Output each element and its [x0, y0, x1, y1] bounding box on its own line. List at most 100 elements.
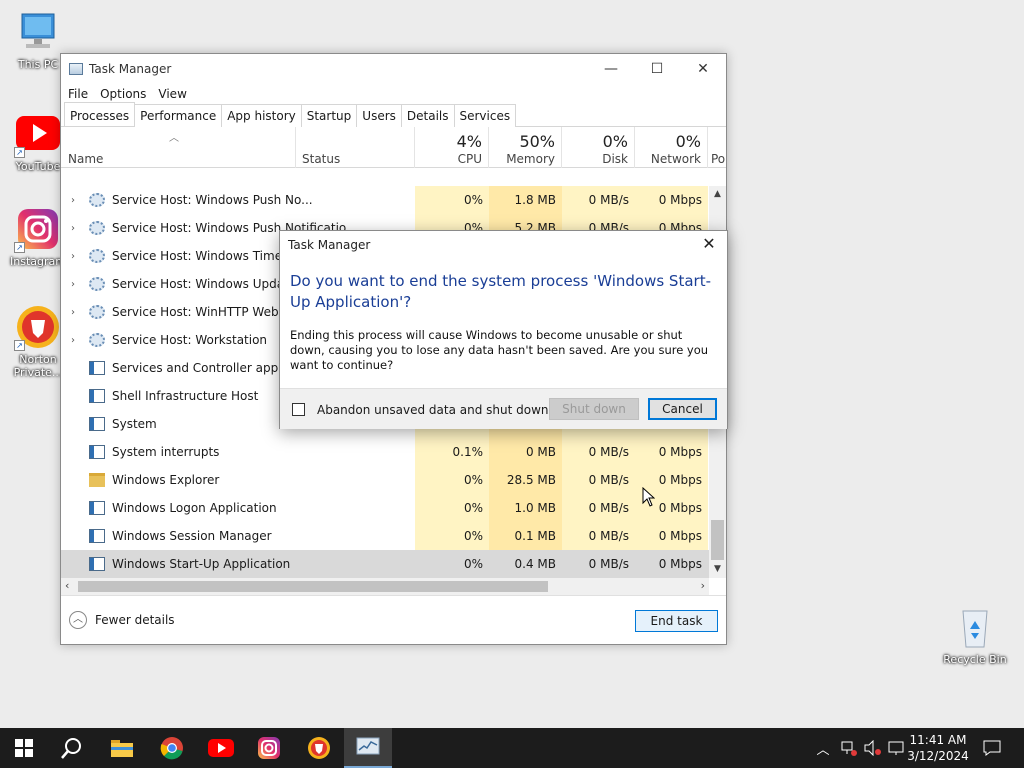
- chrome-icon: [160, 737, 183, 760]
- search-button[interactable]: [48, 728, 96, 768]
- desktop-icon-recycle-bin[interactable]: Recycle Bin: [943, 603, 1007, 666]
- mouse-cursor-icon: [642, 487, 655, 507]
- menu-view[interactable]: View: [158, 87, 186, 101]
- notifications-button[interactable]: [980, 728, 1004, 768]
- window-icon: [89, 361, 105, 375]
- taskbar-task-manager[interactable]: [344, 728, 392, 768]
- norton-browser-icon: [308, 737, 330, 759]
- taskbar-instagram[interactable]: [245, 728, 293, 768]
- column-header-cpu[interactable]: 4% CPU: [415, 127, 489, 168]
- tab-services[interactable]: Services: [453, 104, 517, 127]
- tab-app-history[interactable]: App history: [221, 104, 302, 127]
- cpu-cell: 0%: [415, 494, 489, 522]
- disk-total: 0%: [602, 132, 628, 151]
- tab-users[interactable]: Users: [356, 104, 402, 127]
- expand-chevron-icon[interactable]: ›: [61, 279, 85, 290]
- instagram-icon: [258, 737, 280, 759]
- title-bar[interactable]: Task Manager — ☐ ✕: [61, 54, 726, 84]
- window-title: Task Manager: [89, 62, 172, 76]
- dialog-button-bar: Abandon unsaved data and shut down. Shut…: [280, 388, 727, 429]
- shortcut-arrow-icon: ↗: [14, 242, 25, 253]
- dialog-close-button[interactable]: ✕: [697, 234, 721, 256]
- taskbar-norton-browser[interactable]: [295, 728, 343, 768]
- process-row[interactable]: Windows Session Manager 0% 0.1 MB 0 MB/s 0 M…: [61, 522, 709, 550]
- close-button[interactable]: ✕: [680, 54, 726, 84]
- minimize-icon: —: [604, 61, 618, 77]
- tab-performance[interactable]: Performance: [134, 104, 223, 127]
- desktop-icon-label: Recycle Bin: [943, 653, 1007, 666]
- checkbox-label[interactable]: Abandon unsaved data and shut down.: [317, 403, 552, 417]
- cpu-total: 4%: [456, 132, 482, 151]
- tab-details[interactable]: Details: [400, 104, 455, 127]
- footer: ︿ Fewer details End task: [61, 595, 726, 645]
- process-row[interactable]: Windows Logon Application 0% 1.0 MB 0 MB/s 0…: [61, 494, 709, 522]
- memory-cell: 0.4 MB: [489, 550, 562, 578]
- scroll-thumb[interactable]: [711, 520, 724, 560]
- end-task-button[interactable]: End task: [635, 610, 718, 632]
- memory-label: Memory: [506, 152, 555, 166]
- scroll-thumb[interactable]: [78, 581, 548, 592]
- process-row[interactable]: System interrupts 0.1% 0 MB 0 MB/s 0 Mbps: [61, 438, 709, 466]
- fewer-details-button[interactable]: ︿ Fewer details: [69, 611, 175, 629]
- expand-chevron-icon[interactable]: ›: [61, 223, 85, 234]
- disk-cell: 0 MB/s: [562, 522, 635, 550]
- tab-startup[interactable]: Startup: [300, 104, 358, 127]
- chevron-up-icon: ︿: [69, 611, 87, 629]
- scroll-left-icon[interactable]: ‹: [65, 579, 69, 592]
- clock-time: 11:41 AM: [909, 733, 967, 747]
- menu-file[interactable]: File: [68, 87, 88, 101]
- column-header-network[interactable]: 0% Network: [635, 127, 708, 168]
- disk-cell: 0 MB/s: [562, 186, 635, 214]
- start-button[interactable]: [0, 728, 48, 768]
- menu-bar: File Options View: [61, 84, 726, 104]
- column-header-memory[interactable]: 50% Memory: [489, 127, 562, 168]
- youtube-icon: ↗: [14, 110, 62, 158]
- process-name: System interrupts: [112, 445, 220, 459]
- abandon-data-checkbox[interactable]: [292, 403, 305, 416]
- expand-chevron-icon[interactable]: ›: [61, 307, 85, 318]
- task-manager-icon: [69, 63, 83, 75]
- scroll-up-icon[interactable]: ▲: [709, 186, 726, 203]
- taskbar-file-explorer[interactable]: [98, 728, 146, 768]
- expand-chevron-icon[interactable]: ›: [61, 251, 85, 262]
- display-icon[interactable]: [888, 740, 906, 756]
- network-icon[interactable]: [840, 740, 858, 756]
- gear-icon: [89, 277, 105, 291]
- window-icon: [89, 557, 105, 571]
- gear-icon: [89, 249, 105, 263]
- shortcut-arrow-icon: ↗: [14, 147, 25, 158]
- process-row[interactable]: › Service Host: Windows Push No... 0% 1.8 M…: [61, 186, 709, 214]
- chevron-up-icon[interactable]: ︿: [814, 739, 832, 758]
- memory-cell: 1.0 MB: [489, 494, 562, 522]
- computer-icon: [14, 8, 62, 56]
- cpu-cell: 0%: [415, 186, 489, 214]
- process-name: Windows Logon Application: [112, 501, 277, 515]
- expand-chevron-icon[interactable]: ›: [61, 335, 85, 346]
- cancel-button[interactable]: Cancel: [648, 398, 717, 420]
- process-row[interactable]: Windows Explorer 0% 28.5 MB 0 MB/s 0 Mbps: [61, 466, 709, 494]
- horizontal-scrollbar[interactable]: ‹ ›: [61, 578, 709, 595]
- gear-icon: [89, 333, 105, 347]
- taskbar-chrome[interactable]: [148, 728, 196, 768]
- memory-cell: 0.1 MB: [489, 522, 562, 550]
- column-header-power[interactable]: Po: [708, 127, 726, 168]
- scroll-right-icon[interactable]: ›: [701, 579, 705, 592]
- folder-icon: [89, 473, 105, 487]
- cpu-label: CPU: [457, 152, 482, 166]
- column-header-disk[interactable]: 0% Disk: [562, 127, 635, 168]
- shut-down-button[interactable]: Shut down: [549, 398, 639, 420]
- maximize-button[interactable]: ☐: [634, 54, 680, 84]
- volume-muted-icon[interactable]: [864, 740, 882, 756]
- menu-options[interactable]: Options: [100, 87, 146, 101]
- process-row[interactable]: Windows Start-Up Application 0% 0.4 MB 0 MB…: [61, 550, 709, 578]
- expand-chevron-icon[interactable]: ›: [61, 195, 85, 206]
- minimize-button[interactable]: —: [588, 54, 634, 84]
- clock[interactable]: 11:41 AM 3/12/2024: [905, 732, 971, 764]
- scroll-down-icon[interactable]: ▼: [709, 561, 726, 578]
- taskbar: ︿ 11:41 AM 3/12/2024: [0, 728, 1024, 768]
- shortcut-arrow-icon: ↗: [14, 340, 25, 351]
- gear-icon: [89, 193, 105, 207]
- tab-processes[interactable]: Processes: [64, 102, 136, 126]
- taskbar-youtube[interactable]: [197, 728, 245, 768]
- instagram-icon: ↗: [14, 205, 62, 253]
